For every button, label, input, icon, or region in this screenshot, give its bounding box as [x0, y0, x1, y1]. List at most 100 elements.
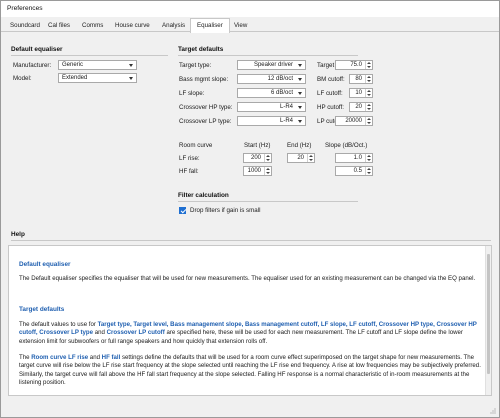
spinner-buttons[interactable] [365, 103, 372, 111]
lf-slope-select[interactable]: 6 dB/oct [237, 88, 306, 98]
bass-mgmt-slope-value: 12 dB/oct [267, 76, 293, 82]
manufacturer-value: Generic [62, 62, 84, 68]
lp-cutoff-spinner[interactable]: 20000 [335, 116, 373, 126]
tab-bar: Soundcard Cal files Comms House curve An… [1, 17, 499, 33]
manufacturer-select[interactable]: Generic [58, 60, 137, 70]
filter-calculation-title: Filter calculation [178, 192, 229, 199]
scrollbar-thumb[interactable] [487, 254, 490, 374]
drop-filters-label[interactable]: Drop filters if gain is small [190, 207, 261, 214]
help-text-span: and [93, 329, 107, 337]
spin-down-icon [367, 66, 371, 68]
target-level-spinner[interactable]: 75.0 [335, 60, 373, 70]
spinner-buttons[interactable] [365, 154, 372, 162]
lf-rise-slope-spinner[interactable]: 1.0 [335, 153, 373, 163]
help-keyword: Room curve LF rise [31, 354, 89, 361]
spinner-buttons[interactable] [365, 117, 372, 125]
crossover-hp-type-value: L-R4 [279, 104, 293, 110]
crossover-hp-type-select[interactable]: L-R4 [237, 102, 306, 112]
slope-header: Slope (dB/Oct.) [325, 142, 368, 149]
spin-down-icon [266, 172, 270, 174]
bass-mgmt-slope-label: Bass mgmt slope: [179, 76, 229, 83]
help-keyword: HF fall [101, 354, 121, 361]
spin-down-icon [309, 159, 313, 161]
target-type-label: Target type: [179, 62, 212, 69]
end-hz-header: End (Hz) [287, 142, 312, 149]
spin-down-icon [367, 122, 371, 124]
spinner-buttons[interactable] [264, 154, 271, 162]
tab-cal-files[interactable]: Cal files [41, 19, 77, 32]
drop-filters-checkbox[interactable] [179, 207, 186, 214]
chevron-down-icon [298, 120, 302, 123]
help-panel[interactable]: Default equaliser The Default equaliser … [8, 245, 492, 396]
default-equaliser-title: Default equaliser [11, 46, 63, 53]
lf-slope-label: LF slope: [179, 90, 205, 97]
spinner-buttons[interactable] [365, 61, 372, 69]
spin-up-icon [367, 155, 371, 157]
spin-up-icon [367, 104, 371, 106]
lf-cutoff-spinner[interactable]: 10 [349, 88, 373, 98]
hf-fall-slope-spinner[interactable]: 0.5 [335, 166, 373, 176]
divider [178, 55, 358, 56]
crossover-lp-type-select[interactable]: L-R4 [237, 116, 306, 126]
lf-slope-value: 6 dB/oct [270, 90, 293, 96]
lf-cutoff-value: 10 [355, 90, 362, 96]
help-text-span: The [19, 354, 32, 361]
tab-view[interactable]: View [227, 19, 254, 32]
spin-up-icon [266, 155, 270, 157]
spin-down-icon [367, 94, 371, 96]
bass-mgmt-slope-select[interactable]: 12 dB/oct [237, 74, 306, 84]
hp-cutoff-label: HP cutoff: [317, 104, 344, 111]
lf-rise-end-spinner[interactable]: 20 [287, 153, 315, 163]
resize-grip-icon[interactable] [490, 408, 496, 414]
help-keyword: Crossover LP cutoff [106, 329, 165, 337]
help-target-defaults-text: The default values to use for Target typ… [19, 321, 481, 346]
spinner-buttons[interactable] [365, 75, 372, 83]
help-default-equaliser-heading: Default equaliser [19, 261, 71, 268]
help-room-curve-text: The Room curve LF rise and HF fall setti… [19, 354, 481, 388]
room-curve-label: Room curve [179, 142, 213, 149]
bm-cutoff-spinner[interactable]: 80 [349, 74, 373, 84]
tab-comms[interactable]: Comms [75, 19, 110, 32]
bm-cutoff-label: BM cutoff: [317, 76, 345, 83]
spin-up-icon [367, 62, 371, 64]
tab-house-curve[interactable]: House curve [108, 19, 157, 32]
spinner-buttons[interactable] [365, 89, 372, 97]
spinner-buttons[interactable] [365, 167, 372, 175]
chevron-down-icon [298, 106, 302, 109]
spin-up-icon [309, 155, 313, 157]
lf-cutoff-label: LF cutoff: [317, 90, 343, 97]
hf-fall-start-spinner[interactable]: 1000 [243, 166, 272, 176]
help-default-equaliser-text: The Default equaliser specifies the equa… [19, 275, 476, 282]
target-level-value: 75.0 [350, 62, 362, 68]
hf-fall-start-value: 1000 [247, 168, 261, 174]
start-hz-header: Start (Hz) [244, 142, 271, 149]
divider [178, 201, 358, 202]
help-target-defaults-heading: Target defaults [19, 306, 65, 313]
spin-up-icon [266, 168, 270, 170]
help-title: Help [11, 231, 25, 238]
hp-cutoff-value: 20 [355, 104, 362, 110]
help-scrollbar[interactable] [485, 246, 491, 395]
spinner-buttons[interactable] [264, 167, 271, 175]
lf-rise-label: LF rise: [179, 155, 200, 162]
chevron-down-icon [298, 64, 302, 67]
tab-analysis[interactable]: Analysis [155, 19, 192, 32]
spin-down-icon [367, 108, 371, 110]
model-value: Extended [62, 75, 88, 81]
chevron-down-icon [298, 92, 302, 95]
chevron-down-icon [298, 78, 302, 81]
hf-fall-label: HF fall: [179, 168, 199, 175]
hp-cutoff-spinner[interactable]: 20 [349, 102, 373, 112]
spin-up-icon [367, 76, 371, 78]
spin-down-icon [367, 172, 371, 174]
target-type-select[interactable]: Speaker driver [237, 60, 306, 70]
spin-up-icon [367, 118, 371, 120]
tab-equaliser[interactable]: Equaliser [190, 18, 230, 33]
spinner-buttons[interactable] [307, 154, 314, 162]
lf-rise-start-spinner[interactable]: 200 [243, 153, 272, 163]
crossover-hp-type-label: Crossover HP type: [179, 104, 233, 111]
spin-down-icon [367, 159, 371, 161]
model-select[interactable]: Extended [58, 73, 137, 83]
preferences-window: Preferences Soundcard Cal files Comms Ho… [0, 0, 500, 418]
crossover-lp-type-value: L-R4 [279, 118, 293, 124]
